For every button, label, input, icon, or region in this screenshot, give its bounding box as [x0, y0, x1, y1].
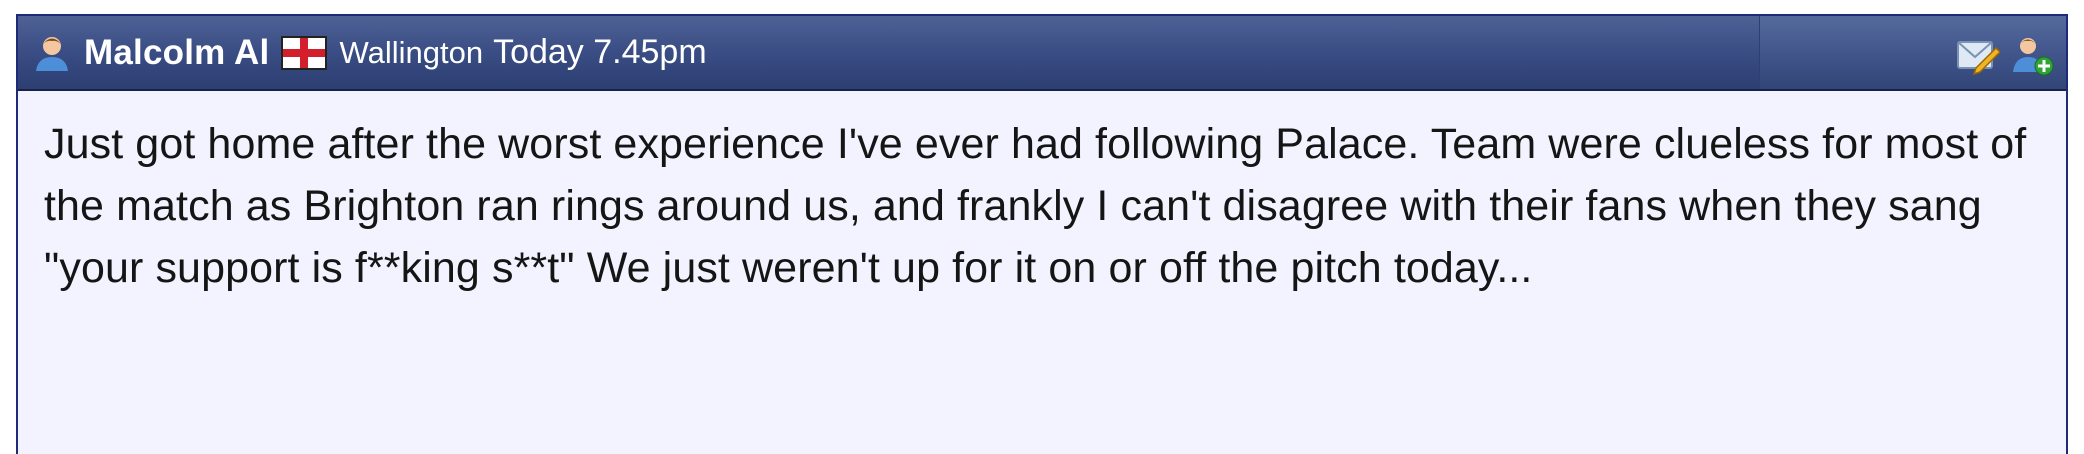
forum-post: Malcolm Al Wallington Today 7.45pm Just …: [16, 14, 2068, 454]
post-body: Just got home after the worst experience…: [44, 120, 2027, 292]
add-user-icon[interactable]: [2010, 34, 2054, 76]
header-actions: [1956, 34, 2054, 76]
post-timestamp: Today 7.45pm: [493, 33, 707, 71]
send-message-icon[interactable]: [1956, 34, 2000, 76]
post-header: Malcolm Al Wallington Today 7.45pm: [18, 16, 2066, 91]
author-location: Wallington: [339, 34, 484, 70]
user-icon: [36, 36, 68, 71]
author-name[interactable]: Malcolm Al: [84, 33, 269, 73]
england-flag-icon: [281, 35, 328, 70]
